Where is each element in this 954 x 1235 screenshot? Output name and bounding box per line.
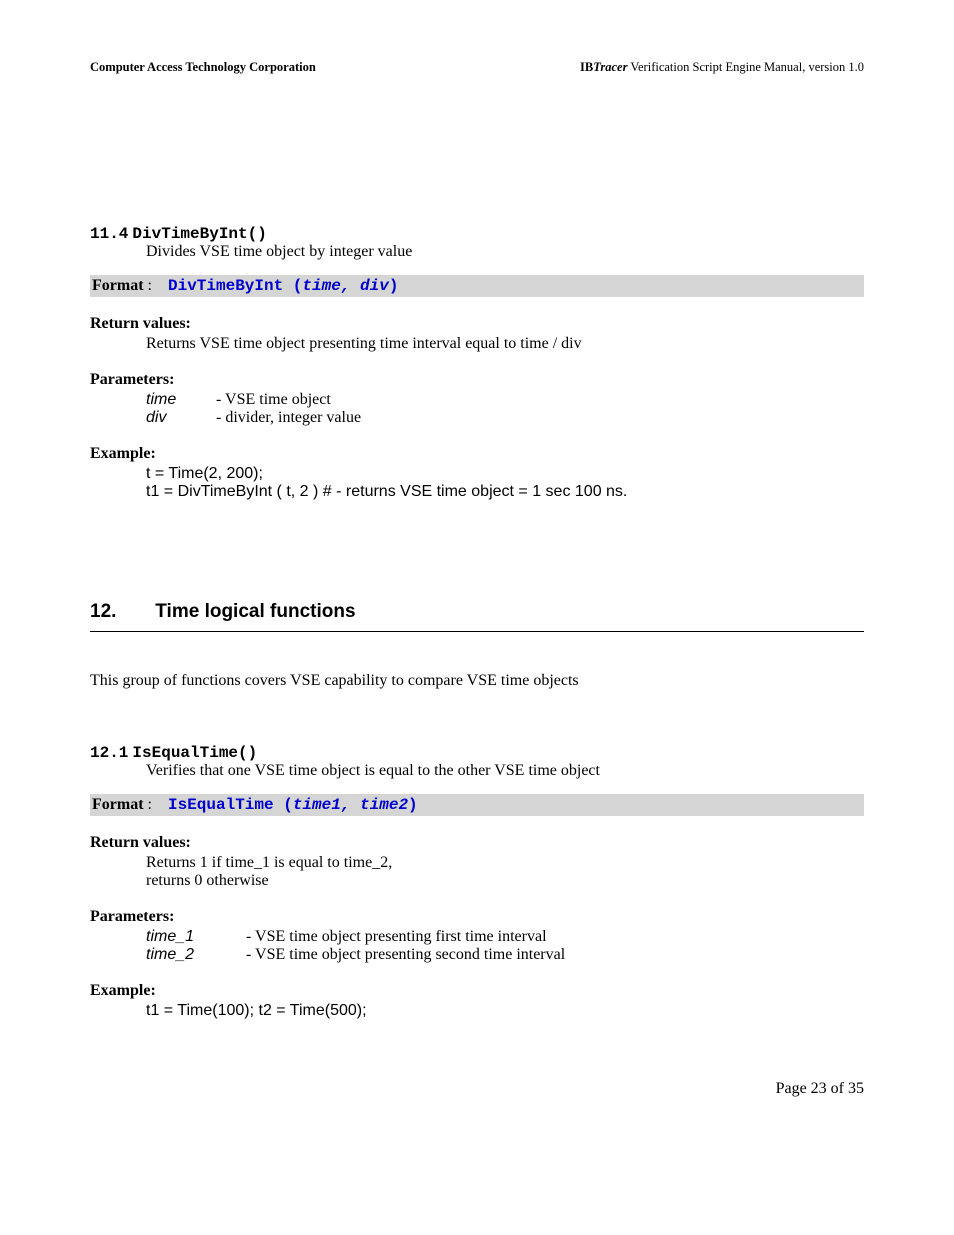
- example-line: t = Time(2, 200);: [146, 465, 864, 483]
- header-right: IBTracer Verification Script Engine Manu…: [580, 60, 864, 75]
- section-11-4-desc: Divides VSE time object by integer value: [146, 243, 864, 261]
- chapter-title: Time logical functions: [155, 601, 355, 622]
- format-label: Format: [92, 277, 144, 294]
- page-header: Computer Access Technology Corporation I…: [90, 60, 864, 75]
- format-arg1: time1: [293, 796, 341, 814]
- format-arg2: div: [360, 277, 389, 295]
- section-title: DivTimeByInt(): [132, 225, 266, 243]
- section-11-4-heading: 11.4 DivTimeByInt(): [90, 225, 864, 243]
- param-row-time2: time_2 - VSE time object presenting seco…: [146, 946, 864, 964]
- return-values-label: Return values:: [90, 834, 864, 852]
- header-right-italic: Tracer: [593, 60, 627, 74]
- format-label: Format: [92, 796, 144, 813]
- param-desc: - VSE time object presenting second time…: [246, 946, 565, 964]
- example-line: t1 = Time(100); t2 = Time(500);: [146, 1002, 864, 1020]
- param-name: div: [146, 409, 216, 427]
- format-close: ): [389, 277, 399, 295]
- chapter-12-heading: 12. Time logical functions: [90, 601, 864, 623]
- parameters-label: Parameters:: [90, 371, 864, 389]
- format-fn: IsEqualTime (: [168, 796, 293, 814]
- return-values-line: returns 0 otherwise: [146, 872, 864, 890]
- example-label: Example:: [90, 445, 864, 463]
- chapter-rule: [90, 631, 864, 632]
- section-12-1-desc: Verifies that one VSE time object is equ…: [146, 762, 864, 780]
- format-sep: ,: [341, 796, 360, 814]
- example-label: Example:: [90, 982, 864, 1000]
- colon: :: [148, 796, 164, 813]
- section-number: 12.1: [90, 744, 128, 762]
- return-values-line: Returns 1 if time_1 is equal to time_2,: [146, 854, 864, 872]
- parameters-label: Parameters:: [90, 908, 864, 926]
- return-values-label: Return values:: [90, 315, 864, 333]
- param-name: time: [146, 391, 216, 409]
- example-line: t1 = DivTimeByInt ( t, 2 ) # - returns V…: [146, 483, 864, 501]
- param-name: time_1: [146, 928, 246, 946]
- param-row-div: div - divider, integer value: [146, 409, 864, 427]
- section-12-1-heading: 12.1 IsEqualTime(): [90, 744, 864, 762]
- format-sep: ,: [341, 277, 360, 295]
- return-values-text: Returns VSE time object presenting time …: [146, 335, 864, 353]
- format-arg1: time: [302, 277, 340, 295]
- section-title: IsEqualTime(): [132, 744, 257, 762]
- format-bar-11-4: Format : DivTimeByInt (time, div): [90, 275, 864, 297]
- param-row-time1: time_1 - VSE time object presenting firs…: [146, 928, 864, 946]
- header-right-suffix: Verification Script Engine Manual, versi…: [627, 60, 864, 74]
- param-row-time: time - VSE time object: [146, 391, 864, 409]
- format-close: ): [408, 796, 418, 814]
- colon: :: [148, 277, 164, 294]
- format-fn: DivTimeByInt (: [168, 277, 302, 295]
- format-bar-12-1: Format : IsEqualTime (time1, time2): [90, 794, 864, 816]
- chapter-intro: This group of functions covers VSE capab…: [90, 672, 864, 690]
- header-left: Computer Access Technology Corporation: [90, 60, 316, 75]
- page-footer: Page 23 of 35: [90, 1080, 864, 1098]
- param-desc: - VSE time object: [216, 391, 331, 409]
- param-name: time_2: [146, 946, 246, 964]
- chapter-number: 12.: [90, 601, 150, 623]
- format-arg2: time2: [360, 796, 408, 814]
- param-desc: - divider, integer value: [216, 409, 361, 427]
- param-desc: - VSE time object presenting first time …: [246, 928, 547, 946]
- header-right-prefix: IB: [580, 60, 593, 74]
- section-number: 11.4: [90, 225, 128, 243]
